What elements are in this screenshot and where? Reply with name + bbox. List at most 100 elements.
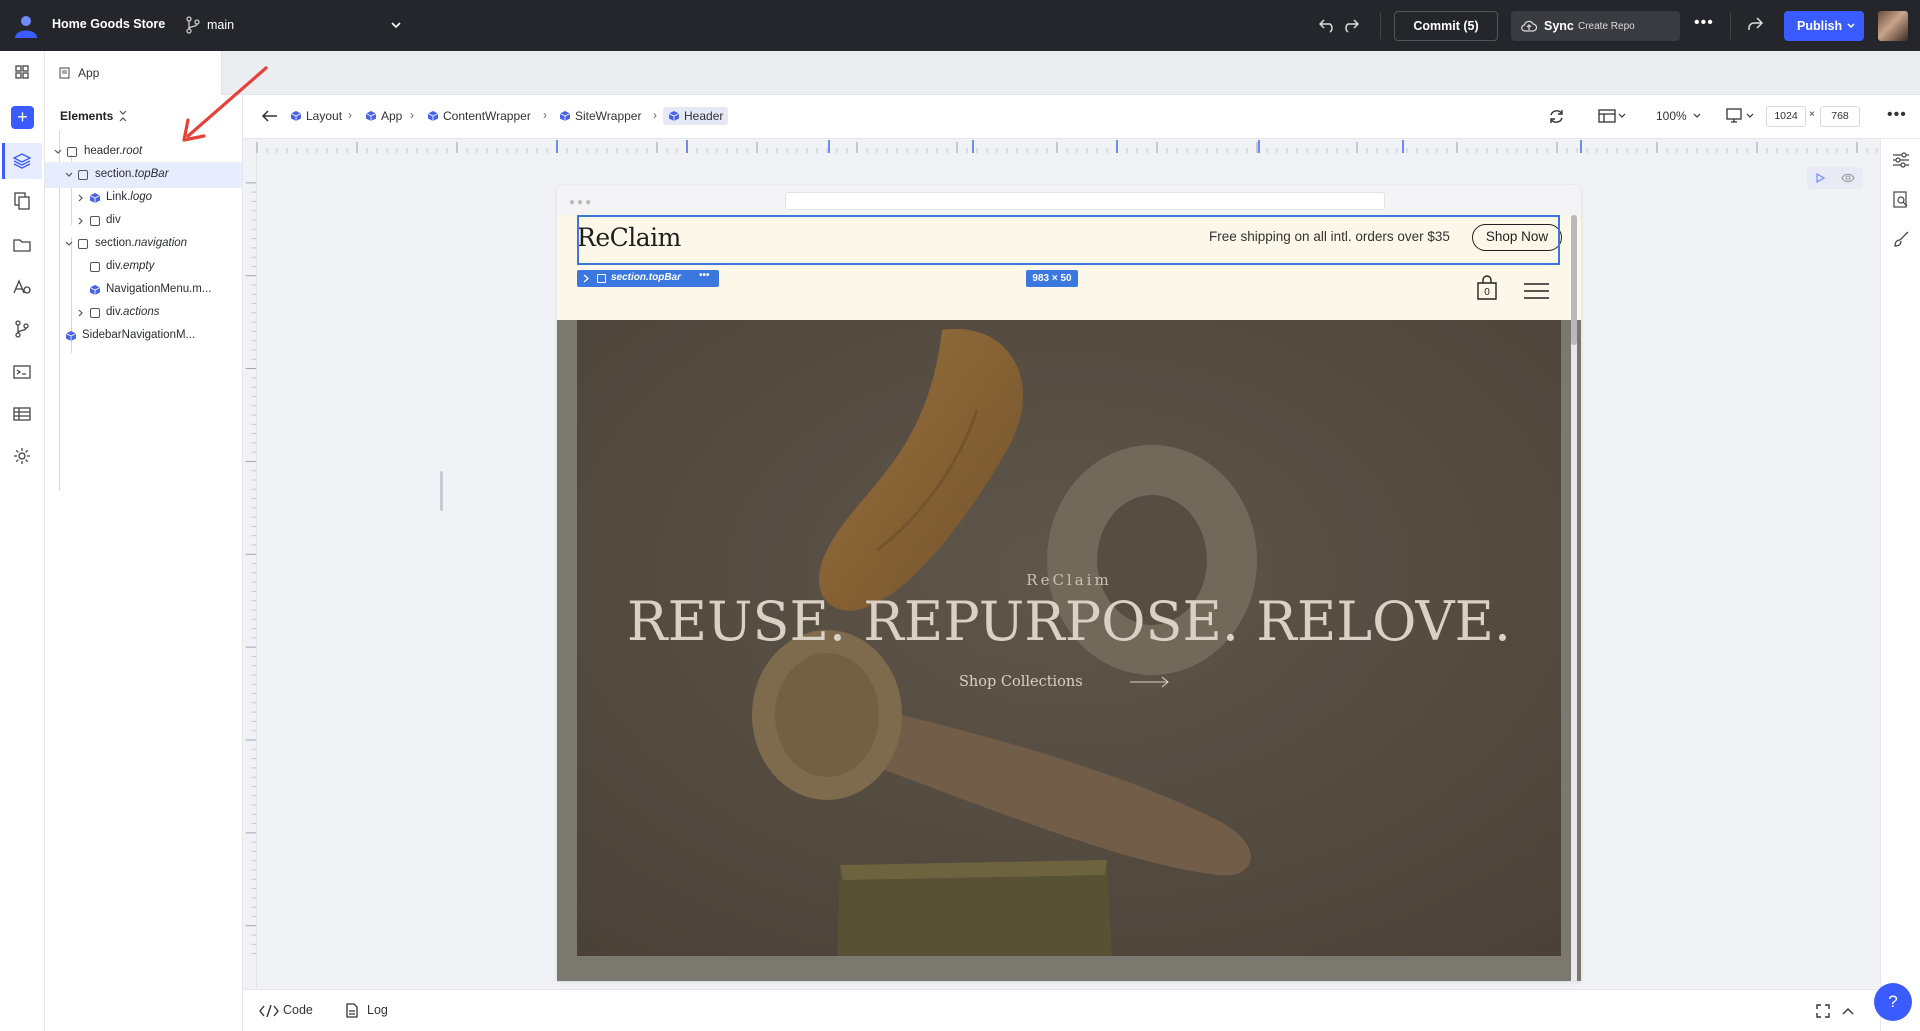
tree-item-label: section.navigation	[95, 237, 188, 249]
adjustments-sliders-icon[interactable]	[1892, 151, 1910, 169]
zoom-level[interactable]: 100%	[1656, 109, 1687, 123]
publish-button[interactable]: Publish	[1784, 11, 1864, 41]
sync-sublabel: Create Repo	[1578, 21, 1635, 32]
site-preview: ReClaim Free shipping on all intl. order…	[557, 215, 1581, 981]
panel-title: Elements	[60, 109, 114, 123]
breadcrumb-app[interactable]: App	[365, 109, 402, 123]
tree-item-label: Link.logo	[106, 191, 153, 203]
component-cube-icon	[89, 193, 101, 203]
chevron-down-icon[interactable]	[65, 171, 73, 179]
more-options-icon[interactable]: •••	[1887, 106, 1907, 124]
cursor-play-icon[interactable]	[1814, 172, 1826, 184]
hamburger-menu-icon[interactable]	[1524, 282, 1549, 300]
chevron-right-icon[interactable]	[77, 309, 85, 317]
canvas-toolbar: Layout › App › ContentWrapper › SiteWrap…	[243, 95, 1920, 139]
redo-icon[interactable]	[1342, 17, 1359, 33]
add-element-button[interactable]: +	[11, 106, 34, 129]
breadcrumb-separator: ›	[348, 108, 352, 122]
element-box-icon	[90, 308, 100, 318]
undo-icon[interactable]	[1319, 17, 1336, 33]
pages-icon[interactable]	[12, 191, 32, 211]
resize-handle-left[interactable]	[440, 471, 443, 511]
more-options-icon[interactable]: •••	[1694, 14, 1714, 32]
back-arrow-icon[interactable]	[261, 109, 278, 123]
viewport-width-input[interactable]: 1024	[1766, 106, 1806, 127]
preview-mode-toggle[interactable]	[1807, 167, 1863, 189]
dimension-separator: ×	[1809, 109, 1815, 120]
tab-label: App	[78, 66, 100, 80]
typography-icon[interactable]	[12, 277, 32, 297]
git-branch-icon	[186, 16, 200, 34]
url-bar	[785, 192, 1385, 210]
tree-item-label: div.actions	[106, 306, 160, 318]
breadcrumb-site-wrapper[interactable]: SiteWrapper	[559, 109, 641, 123]
desktop-device-icon[interactable]	[1726, 108, 1756, 124]
more-options-icon[interactable]: •••	[699, 270, 710, 281]
tree-item-sidebar-navigation[interactable]: SidebarNavigationM...	[45, 323, 242, 349]
project-name[interactable]: Home Goods Store	[52, 17, 165, 31]
user-avatar[interactable]	[1878, 11, 1908, 41]
breadcrumb-content-wrapper[interactable]: ContentWrapper	[427, 109, 531, 123]
site-header[interactable]: ReClaim Free shipping on all intl. order…	[557, 215, 1581, 320]
divider	[1380, 12, 1381, 39]
breadcrumb-separator: ›	[543, 108, 547, 122]
chevron-right-icon	[583, 274, 589, 283]
element-box-icon	[90, 216, 100, 226]
code-icon[interactable]	[259, 1005, 279, 1017]
chevron-down-icon[interactable]	[65, 240, 73, 248]
left-rail: +	[0, 51, 45, 1031]
divider	[1730, 12, 1731, 39]
selection-tag[interactable]: section.topBar •••	[577, 270, 719, 287]
tree-item-label: div.empty	[106, 260, 155, 272]
breadcrumb-separator: ›	[653, 108, 657, 122]
component-cube-icon	[365, 111, 377, 121]
layers-icon[interactable]	[12, 151, 32, 171]
breadcrumb-header[interactable]: Header	[663, 107, 729, 125]
refresh-icon[interactable]	[1548, 108, 1565, 125]
help-button[interactable]: ?	[1874, 983, 1912, 1021]
component-cube-icon	[65, 331, 77, 341]
file-tab-row: App	[45, 51, 1920, 95]
folder-icon[interactable]	[12, 235, 32, 255]
chevron-down-icon[interactable]	[390, 19, 402, 31]
tree-item-label: SidebarNavigationM...	[82, 329, 196, 341]
layout-view-icon[interactable]	[1598, 109, 1626, 123]
selection-outline	[577, 215, 1560, 265]
table-icon[interactable]	[12, 404, 32, 424]
eye-icon[interactable]	[1841, 172, 1855, 184]
log-tab[interactable]: Log	[367, 1003, 388, 1017]
commit-button[interactable]: Commit (5)	[1394, 11, 1498, 41]
fullscreen-icon[interactable]	[1816, 1004, 1830, 1018]
tree-item-label: NavigationMenu.m...	[106, 283, 212, 295]
chevron-down-icon[interactable]	[54, 148, 62, 156]
right-rail	[1880, 139, 1920, 1031]
chevron-down-icon[interactable]	[1693, 112, 1701, 120]
git-branch-icon[interactable]	[12, 319, 32, 339]
site-scrollbar[interactable]	[1571, 215, 1577, 981]
collapse-all-icon[interactable]	[118, 110, 128, 122]
brush-icon[interactable]	[1892, 230, 1910, 248]
shopping-bag-icon[interactable]: 0	[1476, 275, 1498, 301]
element-box-icon	[90, 262, 100, 272]
app-logo-icon[interactable]	[12, 12, 40, 40]
breadcrumb-layout[interactable]: Layout	[290, 109, 342, 123]
chevron-right-icon[interactable]	[77, 217, 85, 225]
chevron-right-icon[interactable]	[77, 194, 85, 202]
scrollbar-thumb[interactable]	[1571, 215, 1577, 345]
viewport-height-input[interactable]: 768	[1820, 106, 1860, 127]
log-document-icon[interactable]	[345, 1003, 359, 1018]
arrow-right-icon[interactable]	[1130, 676, 1170, 688]
chevron-up-icon[interactable]	[1842, 1006, 1854, 1016]
sync-button[interactable]: Sync Create Repo	[1511, 11, 1680, 41]
terminal-icon[interactable]	[12, 362, 32, 382]
share-icon[interactable]	[1746, 16, 1764, 32]
branch-name[interactable]: main	[207, 18, 234, 32]
top-bar: Home Goods Store main Commit (5) Sync Cr…	[0, 0, 1920, 51]
settings-gear-icon[interactable]	[12, 446, 32, 466]
grid-icon[interactable]	[12, 62, 32, 82]
inspect-search-icon[interactable]	[1892, 191, 1910, 209]
code-tab[interactable]: Code	[283, 1003, 313, 1017]
cart-count: 0	[1484, 287, 1490, 298]
shop-collections-link[interactable]: Shop Collections	[959, 674, 1083, 690]
window-dots-icon: ●●●	[569, 197, 594, 208]
